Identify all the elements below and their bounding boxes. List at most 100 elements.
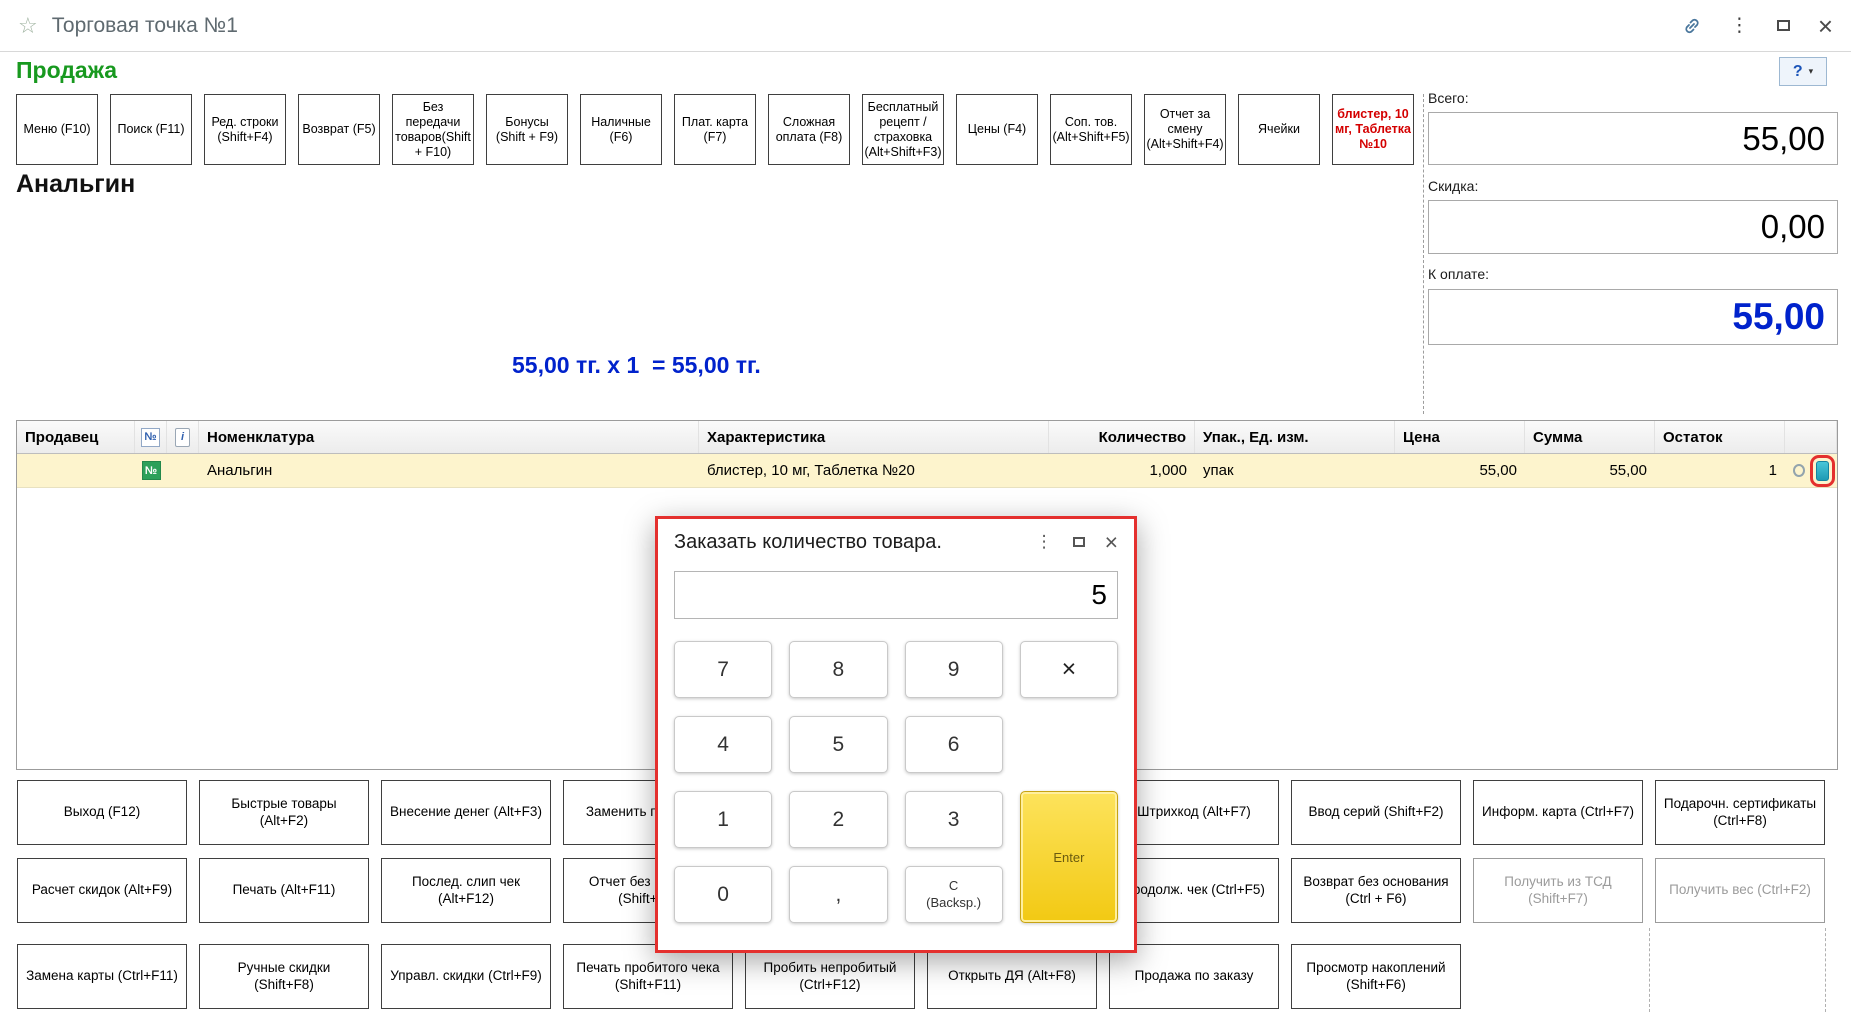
view-accumulations-button[interactable]: Просмотр накоплений (Shift+F6) [1291,944,1461,1009]
due-label: К оплате: [1428,266,1489,282]
complex-payment-button[interactable]: Сложная оплата (F8) [768,94,850,165]
gift-certificates-button[interactable]: Подарочн. сертификаты (Ctrl+F8) [1655,780,1825,845]
titlebar: ☆ Торговая точка №1 ⋮ × [0,0,1851,52]
punch-unpunched-button[interactable]: Пробить непробитый (Ctrl+F12) [745,944,915,1009]
row-cell-number: № [135,454,167,487]
dialog-maximize-icon[interactable] [1073,537,1085,547]
row-cell-nomenclature: Анальгин [199,454,699,487]
edit-row-button[interactable]: Ред. строки (Shift+F4) [204,94,286,165]
key-6[interactable]: 6 [905,716,1003,773]
col-header-info[interactable]: i [167,421,199,453]
col-header-icons [1785,421,1837,453]
key-multiply[interactable]: × [1020,641,1118,698]
manual-discounts-button[interactable]: Ручные скидки (Shift+F8) [199,944,369,1009]
cash-button[interactable]: Наличные (F6) [580,94,662,165]
key-comma[interactable]: , [789,866,887,923]
col-header-stock[interactable]: Остаток [1655,421,1785,453]
enter-series-button[interactable]: Ввод серий (Shift+F2) [1291,780,1461,845]
col-header-quantity[interactable]: Количество [1049,421,1195,453]
quantity-marker-icon[interactable] [1816,461,1829,481]
related-goods-button[interactable]: Соп. тов. (Alt+Shift+F5) [1050,94,1132,165]
col-header-sum[interactable]: Сумма [1525,421,1655,453]
no-goods-transfer-button[interactable]: Без передачи товаров(Shift + F10) [392,94,474,165]
due-field[interactable]: 55,00 [1428,289,1838,345]
exit-button[interactable]: Выход (F12) [17,780,187,845]
bonuses-button[interactable]: Бонусы (Shift + F9) [486,94,568,165]
window-controls: ⋮ × [1682,13,1833,39]
last-slip-receipt-button[interactable]: Послед. слип чек (Alt+F12) [381,858,551,923]
dialog-titlebar: Заказать количество товара. ⋮ × [658,519,1134,565]
return-button[interactable]: Возврат (F5) [298,94,380,165]
shift-report-button[interactable]: Отчет за смену (Alt+Shift+F4) [1144,94,1226,165]
page-title: Продажа [16,57,117,84]
key-enter[interactable]: Enter [1020,791,1118,923]
row-number-badge-icon: № [142,461,161,480]
col-header-nomenclature[interactable]: Номенклатура [199,421,699,453]
help-button[interactable]: ? ▾ [1779,57,1827,86]
open-cash-drawer-button[interactable]: Открыть ДЯ (Alt+F8) [927,944,1097,1009]
dialog-title: Заказать количество товара. [674,531,942,554]
numeric-keypad: 7 8 9 × 4 5 6 1 2 3 Enter 0 , С (Backsp.… [674,641,1118,923]
free-prescription-button[interactable]: Бесплатный рецепт / страховка (Alt+Shift… [862,94,944,165]
key-0[interactable]: 0 [674,866,772,923]
col-header-number[interactable]: № [135,421,167,453]
quick-product-button[interactable]: блистер, 10 мг, Таблетка №10 [1332,94,1414,165]
close-icon[interactable]: × [1818,13,1833,39]
managed-discounts-button[interactable]: Управл. скидки (Ctrl+F9) [381,944,551,1009]
key-backspace[interactable]: С (Backsp.) [905,866,1003,923]
discount-calc-button[interactable]: Расчет скидок (Alt+F9) [17,858,187,923]
grid-separator [1825,928,1826,1012]
calc-line: 55,00 тг. х 1 = 55,00 тг. [512,352,761,379]
info-card-button[interactable]: Информ. карта (Ctrl+F7) [1473,780,1643,845]
quantity-dialog: Заказать количество товара. ⋮ × 5 7 8 9 … [655,516,1137,953]
chevron-down-icon: ▾ [1809,66,1814,77]
return-no-reason-button[interactable]: Возврат без основания (Ctrl + F6) [1291,858,1461,923]
col-header-characteristic[interactable]: Характеристика [699,421,1049,453]
print-button[interactable]: Печать (Alt+F11) [199,858,369,923]
dialog-close-icon[interactable]: × [1105,531,1118,554]
col-header-seller[interactable]: Продавец [17,421,135,453]
favorite-star-icon[interactable]: ☆ [18,13,38,39]
window-more-menu-icon[interactable]: ⋮ [1730,14,1749,37]
bottom-row-3: Замена карты (Ctrl+F11) Ручные скидки (S… [17,944,1825,1009]
key-8[interactable]: 8 [789,641,887,698]
menu-button[interactable]: Меню (F10) [16,94,98,165]
deposit-money-button[interactable]: Внесение денег (Alt+F3) [381,780,551,845]
dialog-controls: ⋮ × [1036,531,1118,554]
col-header-unit[interactable]: Упак., Ед. изм. [1195,421,1395,453]
total-field[interactable]: 55,00 [1428,112,1838,165]
key-1[interactable]: 1 [674,791,772,848]
discount-field[interactable]: 0,00 [1428,200,1838,254]
table-row[interactable]: № Анальгин блистер, 10 мг, Таблетка №20 … [17,454,1837,488]
sale-by-order-button[interactable]: Продажа по заказу [1109,944,1279,1009]
help-icon: ? [1793,63,1803,81]
dialog-more-menu-icon[interactable]: ⋮ [1036,532,1053,552]
quick-goods-button[interactable]: Быстрые товары (Alt+F2) [199,780,369,845]
maximize-icon[interactable] [1777,20,1790,31]
col-header-price[interactable]: Цена [1395,421,1525,453]
toolbar: Меню (F10) Поиск (F11) Ред. строки (Shif… [16,94,1414,165]
key-2[interactable]: 2 [789,791,887,848]
replace-card-button[interactable]: Замена карты (Ctrl+F11) [17,944,187,1009]
get-weight-button: Получить вес (Ctrl+F2) [1655,858,1825,923]
number-badge-icon: № [141,428,160,447]
print-printed-receipt-button[interactable]: Печать пробитого чека (Shift+F11) [563,944,733,1009]
row-cell-unit: упак [1195,454,1395,487]
search-button[interactable]: Поиск (F11) [110,94,192,165]
key-4[interactable]: 4 [674,716,772,773]
payment-card-button[interactable]: Плат. карта (F7) [674,94,756,165]
row-cell-seller [17,454,135,487]
prices-button[interactable]: Цены (F4) [956,94,1038,165]
key-7[interactable]: 7 [674,641,772,698]
row-cell-icons [1785,454,1837,487]
discount-label: Скидка: [1428,178,1478,194]
key-9[interactable]: 9 [905,641,1003,698]
status-ring-icon [1793,464,1805,477]
key-5[interactable]: 5 [789,716,887,773]
quantity-input[interactable]: 5 [674,571,1118,619]
link-icon[interactable] [1682,16,1702,36]
row-cell-price: 55,00 [1395,454,1525,487]
table-header-row: Продавец № i Номенклатура Характеристика… [17,421,1837,454]
cells-button[interactable]: Ячейки [1238,94,1320,165]
key-3[interactable]: 3 [905,791,1003,848]
